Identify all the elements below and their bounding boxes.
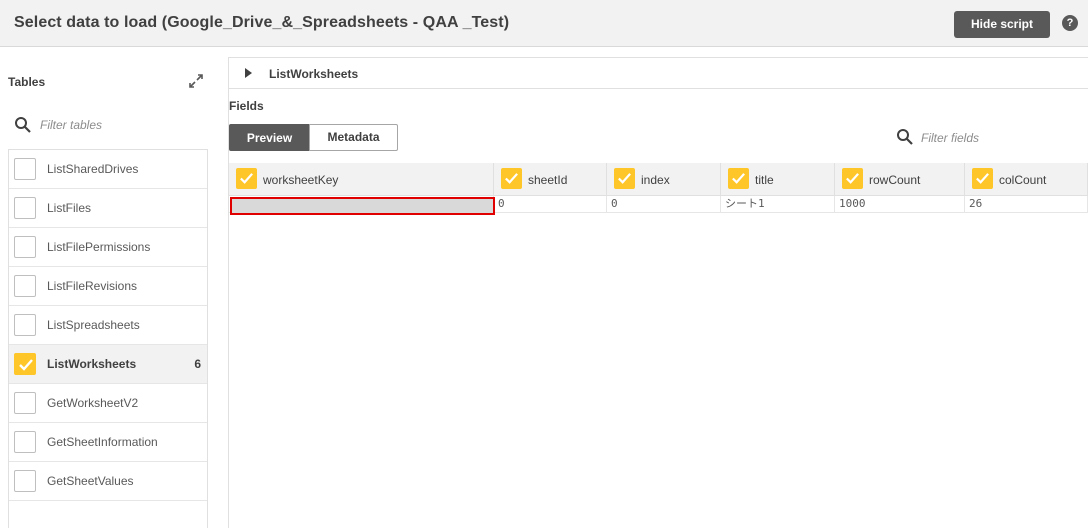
table-cell: 0 — [607, 196, 721, 213]
selected-table-bar[interactable]: ListWorksheets — [229, 57, 1088, 89]
filter-fields-placeholder[interactable]: Filter fields — [921, 131, 979, 145]
table-checkbox[interactable] — [14, 236, 36, 258]
table-item-listshareddrives[interactable]: ListSharedDrives — [9, 150, 207, 189]
column-checkbox-checked[interactable] — [236, 168, 257, 189]
table-item-label: ListSharedDrives — [47, 162, 139, 176]
table-checkbox[interactable] — [14, 158, 36, 180]
table-checkbox[interactable] — [14, 392, 36, 414]
field-count-badge: 6 — [194, 357, 201, 371]
checkmark-icon — [505, 173, 518, 184]
table-item-label: ListFiles — [47, 201, 92, 215]
filter-fields-field[interactable]: Filter fields — [896, 128, 1086, 148]
search-icon — [15, 117, 31, 133]
table-item-getworksheetv2[interactable]: GetWorksheetV2 — [9, 384, 207, 423]
expand-icon[interactable] — [187, 72, 205, 90]
table-item-listspreadsheets[interactable]: ListSpreadsheets — [9, 306, 207, 345]
table-checkbox[interactable] — [14, 431, 36, 453]
table-item-label: ListSpreadsheets — [47, 318, 140, 332]
table-item-label: ListFilePermissions — [47, 240, 151, 254]
checkmark-icon — [976, 173, 989, 184]
checkmark-icon — [19, 359, 33, 371]
table-item-listfilepermissions[interactable]: ListFilePermissions — [9, 228, 207, 267]
column-checkbox-checked[interactable] — [728, 168, 749, 189]
table-item-label: ListFileRevisions — [47, 279, 138, 293]
table-item-getsheetinformation[interactable]: GetSheetInformation — [9, 423, 207, 462]
search-icon — [897, 129, 913, 145]
column-checkbox-checked[interactable] — [501, 168, 522, 189]
table-cell: 26 — [965, 196, 1088, 213]
fields-heading: Fields — [229, 99, 264, 113]
column-header-index[interactable]: index — [607, 163, 721, 196]
table-cell: 1000 — [835, 196, 965, 213]
table-item-label: GetSheetValues — [47, 474, 134, 488]
page-title: Select data to load (Google_Drive_&_Spre… — [14, 14, 510, 31]
column-header-title[interactable]: title — [721, 163, 835, 196]
table-item-listfiles[interactable]: ListFiles — [9, 189, 207, 228]
table-checkbox[interactable] — [14, 275, 36, 297]
tables-heading: Tables — [8, 75, 46, 89]
column-checkbox-checked[interactable] — [614, 168, 635, 189]
expand-arrow-icon[interactable] — [245, 68, 252, 78]
filter-tables-field[interactable]: Filter tables — [14, 115, 204, 135]
table-item-label: ListWorksheets — [47, 357, 137, 371]
column-header-colcount[interactable]: colCount — [965, 163, 1088, 196]
column-checkbox-checked[interactable] — [842, 168, 863, 189]
column-checkbox-checked[interactable] — [972, 168, 993, 189]
table-item-label: GetSheetInformation — [47, 435, 158, 449]
hide-script-button[interactable]: Hide script — [954, 11, 1050, 38]
table-checkbox-checked[interactable] — [14, 353, 36, 375]
table-cell: 0 — [494, 196, 607, 213]
selected-table-name: ListWorksheets — [269, 67, 359, 81]
checkmark-icon — [618, 173, 631, 184]
column-header-sheetid[interactable]: sheetId — [494, 163, 607, 196]
column-header-label: title — [755, 173, 774, 187]
column-header-rowcount[interactable]: rowCount — [835, 163, 965, 196]
column-header-label: rowCount — [869, 173, 921, 187]
filter-tables-placeholder[interactable]: Filter tables — [40, 118, 102, 132]
column-header-label: colCount — [999, 173, 1047, 187]
checkmark-icon — [240, 173, 253, 184]
table-cell: シート1 — [721, 196, 835, 213]
column-header-worksheetkey[interactable]: worksheetKey — [229, 163, 494, 196]
tab-metadata[interactable]: Metadata — [309, 124, 398, 151]
header-bar: Select data to load (Google_Drive_&_Spre… — [0, 0, 1088, 47]
table-item-listfilerevisions[interactable]: ListFileRevisions — [9, 267, 207, 306]
column-header-label: sheetId — [528, 173, 568, 187]
table-checkbox[interactable] — [14, 197, 36, 219]
checkmark-icon — [846, 173, 859, 184]
column-header-label: index — [641, 173, 670, 187]
table-item-label: GetWorksheetV2 — [47, 396, 139, 410]
help-icon[interactable]: ? — [1062, 15, 1078, 31]
table-list: ListSharedDrives ListFiles ListFilePermi… — [8, 149, 208, 528]
table-checkbox[interactable] — [14, 470, 36, 492]
checkmark-icon — [732, 173, 745, 184]
table-item-listworksheets[interactable]: ListWorksheets 6 — [9, 345, 207, 384]
tab-preview[interactable]: Preview — [229, 124, 310, 151]
table-item-getsheetvalues[interactable]: GetSheetValues — [9, 462, 207, 501]
table-checkbox[interactable] — [14, 314, 36, 336]
column-header-label: worksheetKey — [263, 173, 339, 187]
redacted-cell-highlight — [230, 197, 495, 215]
